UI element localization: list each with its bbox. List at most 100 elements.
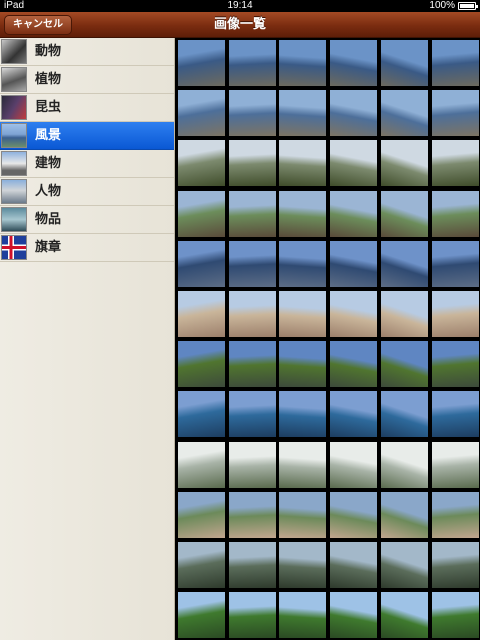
- status-bar: iPad 19:14 100%: [0, 0, 480, 12]
- category-label: 建物: [35, 156, 62, 171]
- photo-thumbnail[interactable]: [229, 492, 276, 538]
- photo-thumbnail[interactable]: [330, 140, 377, 186]
- photo-thumbnail[interactable]: [178, 90, 225, 136]
- photo-thumbnail[interactable]: [229, 241, 276, 287]
- photo-thumbnail[interactable]: [229, 191, 276, 237]
- photo-thumbnail[interactable]: [381, 40, 428, 86]
- photo-thumbnail[interactable]: [381, 442, 428, 488]
- photo-thumbnail[interactable]: [330, 90, 377, 136]
- photo-thumbnail[interactable]: [178, 241, 225, 287]
- photo-thumbnail[interactable]: [381, 341, 428, 387]
- photo-thumbnail[interactable]: [229, 291, 276, 337]
- photo-thumbnail[interactable]: [178, 391, 225, 437]
- photo-thumbnail[interactable]: [330, 442, 377, 488]
- photo-thumbnail[interactable]: [229, 542, 276, 588]
- category-label: 風景: [35, 128, 62, 143]
- battery-icon: [458, 2, 478, 10]
- photo-thumbnail[interactable]: [432, 391, 479, 437]
- photo-thumbnail[interactable]: [279, 90, 326, 136]
- photo-thumbnail[interactable]: [229, 341, 276, 387]
- category-item-animal[interactable]: 動物: [0, 38, 174, 66]
- photo-thumbnail[interactable]: [279, 592, 326, 638]
- photo-thumbnail[interactable]: [178, 542, 225, 588]
- photo-thumbnail[interactable]: [330, 241, 377, 287]
- landscape-thumb-icon: [1, 123, 27, 148]
- battery-percent: 100%: [429, 0, 455, 11]
- photo-thumbnail[interactable]: [330, 542, 377, 588]
- photo-thumbnail[interactable]: [432, 140, 479, 186]
- category-item-building[interactable]: 建物: [0, 150, 174, 178]
- category-item-flag[interactable]: 旗章: [0, 234, 174, 262]
- photo-thumbnail[interactable]: [330, 492, 377, 538]
- photo-thumbnail[interactable]: [229, 140, 276, 186]
- photo-thumbnail[interactable]: [178, 442, 225, 488]
- photo-thumbnail[interactable]: [381, 90, 428, 136]
- photo-thumbnail[interactable]: [381, 542, 428, 588]
- category-item-landscape[interactable]: 風景: [0, 122, 174, 150]
- plant-thumb-icon: [1, 67, 27, 92]
- photo-thumbnail[interactable]: [279, 40, 326, 86]
- photo-thumbnail[interactable]: [279, 492, 326, 538]
- photo-thumbnail[interactable]: [330, 592, 377, 638]
- page-title: 画像一覧: [213, 17, 266, 32]
- photo-thumbnail[interactable]: [178, 140, 225, 186]
- photo-thumbnail[interactable]: [432, 291, 479, 337]
- photo-thumbnail[interactable]: [178, 492, 225, 538]
- photo-thumbnail[interactable]: [432, 40, 479, 86]
- photo-thumbnail[interactable]: [381, 592, 428, 638]
- photo-thumbnail[interactable]: [330, 291, 377, 337]
- photo-thumbnail[interactable]: [178, 592, 225, 638]
- photo-thumbnail[interactable]: [178, 341, 225, 387]
- category-item-person[interactable]: 人物: [0, 178, 174, 206]
- photo-thumbnail[interactable]: [229, 592, 276, 638]
- building-thumb-icon: [1, 151, 27, 176]
- person-thumb-icon: [1, 179, 27, 204]
- photo-thumbnail[interactable]: [279, 341, 326, 387]
- photo-thumbnail[interactable]: [229, 391, 276, 437]
- category-label: 旗章: [35, 240, 62, 255]
- category-item-plant[interactable]: 植物: [0, 66, 174, 94]
- photo-thumbnail[interactable]: [432, 592, 479, 638]
- photo-thumbnail[interactable]: [178, 291, 225, 337]
- category-label: 植物: [35, 72, 62, 87]
- photo-grid: [176, 38, 480, 640]
- photo-thumbnail[interactable]: [279, 442, 326, 488]
- category-label: 昆虫: [35, 100, 62, 115]
- photo-thumbnail[interactable]: [432, 442, 479, 488]
- photo-thumbnail[interactable]: [229, 90, 276, 136]
- animal-thumb-icon: [1, 39, 27, 64]
- photo-thumbnail[interactable]: [432, 492, 479, 538]
- photo-thumbnail[interactable]: [279, 542, 326, 588]
- photo-thumbnail[interactable]: [381, 241, 428, 287]
- photo-thumbnail[interactable]: [381, 191, 428, 237]
- photo-thumbnail[interactable]: [381, 492, 428, 538]
- photo-thumbnail[interactable]: [330, 191, 377, 237]
- flag-thumb-icon: [1, 235, 27, 260]
- photo-thumbnail[interactable]: [279, 241, 326, 287]
- category-sidebar: 動物 植物 昆虫 風景 建物 人物 物品 旗章: [0, 38, 175, 640]
- photo-thumbnail[interactable]: [279, 391, 326, 437]
- photo-thumbnail[interactable]: [381, 291, 428, 337]
- status-time: 19:14: [227, 0, 253, 11]
- category-item-insect[interactable]: 昆虫: [0, 94, 174, 122]
- photo-thumbnail[interactable]: [330, 391, 377, 437]
- photo-thumbnail[interactable]: [279, 140, 326, 186]
- category-label: 物品: [35, 212, 62, 227]
- photo-thumbnail[interactable]: [432, 341, 479, 387]
- photo-thumbnail[interactable]: [432, 191, 479, 237]
- category-item-object[interactable]: 物品: [0, 206, 174, 234]
- photo-thumbnail[interactable]: [381, 391, 428, 437]
- photo-thumbnail[interactable]: [279, 191, 326, 237]
- photo-thumbnail[interactable]: [178, 191, 225, 237]
- photo-thumbnail[interactable]: [229, 442, 276, 488]
- battery-status: 100%: [429, 0, 478, 12]
- photo-thumbnail[interactable]: [432, 241, 479, 287]
- photo-thumbnail[interactable]: [381, 140, 428, 186]
- photo-thumbnail[interactable]: [432, 542, 479, 588]
- photo-thumbnail[interactable]: [330, 40, 377, 86]
- photo-thumbnail[interactable]: [279, 291, 326, 337]
- photo-thumbnail[interactable]: [229, 40, 276, 86]
- photo-thumbnail[interactable]: [432, 90, 479, 136]
- photo-thumbnail[interactable]: [178, 40, 225, 86]
- photo-thumbnail[interactable]: [330, 341, 377, 387]
